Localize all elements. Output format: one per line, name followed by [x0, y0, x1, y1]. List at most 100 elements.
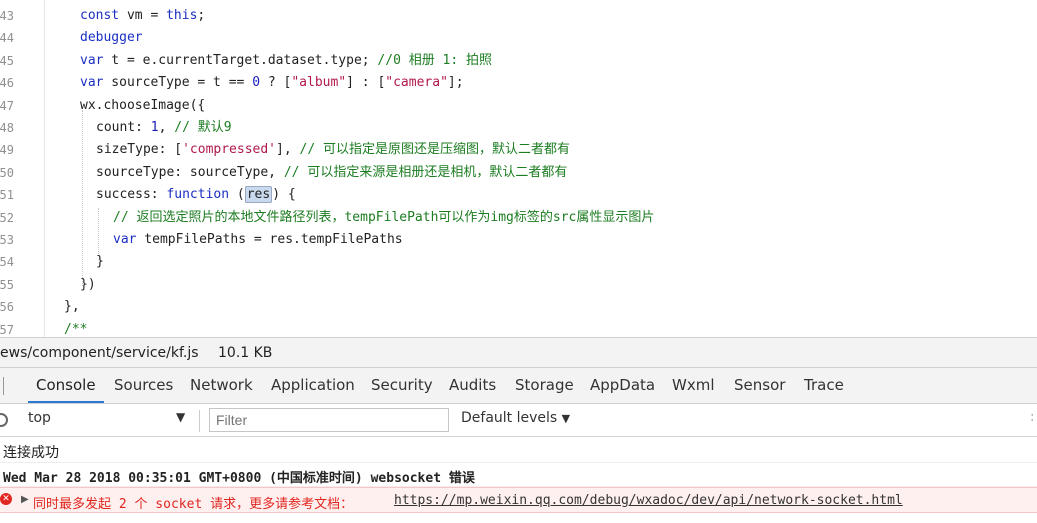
code-token: // 可以指定来源是相册还是相机，默认二者都有 — [283, 164, 568, 180]
code-token: ], — [276, 142, 300, 158]
code-line: var t = e.currentTarget.dataset.type; //… — [80, 50, 492, 72]
clear-console-icon[interactable] — [0, 413, 8, 427]
tab-security[interactable]: Security — [371, 368, 433, 403]
line-number[interactable]: 46 — [0, 72, 14, 94]
code-token: ( — [229, 187, 245, 203]
tab-sources[interactable]: Sources — [114, 368, 173, 403]
line-number[interactable]: 43 — [0, 5, 14, 27]
tab-trace[interactable]: Trace — [804, 368, 844, 403]
docs-link[interactable]: https://mp.weixin.qq.com/debug/wxadoc/de… — [394, 493, 903, 508]
line-number[interactable]: 48 — [0, 117, 14, 139]
log-levels-dropdown[interactable]: Default levels ▼ — [461, 410, 570, 426]
code-line: const vm = this; — [80, 5, 205, 27]
code-token: , — [158, 120, 175, 135]
code-token: var — [113, 232, 137, 247]
code-line: var sourceType = t == 0 ? ["album"] : ["… — [80, 72, 464, 94]
code-token: } — [96, 254, 104, 270]
console-toolbar: top ▼ Default levels ▼ : — [0, 404, 1037, 437]
code-token: t = e.currentTarget.dataset.type; — [103, 52, 378, 68]
line-number[interactable]: 56 — [0, 296, 14, 318]
error-icon: ✕ — [0, 493, 12, 505]
code-line: wx.chooseImage({ — [80, 95, 205, 117]
code-token: wx.chooseImage({ — [80, 97, 206, 113]
code-line: debugger — [80, 27, 143, 49]
indent-guide — [82, 110, 83, 286]
console-message: 连接成功 — [0, 437, 1037, 463]
line-number[interactable]: 54 — [0, 251, 14, 273]
line-number[interactable]: 52 — [0, 207, 14, 229]
line-number-gutter: 43 44 45 46 47 48 49 50 51 52 53 54 55 56 57 — [0, 0, 45, 337]
tab-network[interactable]: Network — [190, 368, 253, 403]
code-token: tempFilePaths = res.tempFilePaths — [136, 232, 403, 247]
error-text: 同时最多发起 2 个 socket 请求，更多请参考文档： — [33, 497, 354, 512]
code-line: } — [96, 251, 104, 273]
more-options-icon[interactable]: : — [1030, 410, 1034, 425]
line-number[interactable]: 44 — [0, 27, 14, 49]
code-token: ] : [ — [346, 75, 386, 91]
code-token: function — [166, 187, 230, 203]
code-token: "album" — [291, 75, 347, 91]
code-token: this — [166, 8, 198, 23]
code-token: 0 — [252, 75, 261, 91]
code-token: }, — [64, 299, 80, 315]
file-path[interactable]: ews/component/service/kf.js — [0, 345, 199, 361]
code-token: sourceType = t == — [103, 75, 253, 91]
line-number[interactable]: 47 — [0, 95, 14, 117]
code-token: 1 — [150, 120, 159, 135]
code-line: success: function (res) { — [96, 184, 296, 206]
toolbar-divider — [199, 410, 200, 432]
tab-sensor[interactable]: Sensor — [734, 368, 785, 403]
code-token: 'compressed' — [182, 142, 277, 158]
line-number[interactable]: 50 — [0, 162, 14, 184]
code-token: count: — [96, 120, 151, 135]
code-line: count: 1, // 默认9 — [96, 117, 232, 139]
code-token: sourceType: sourceType, — [96, 164, 284, 180]
drawer-menu-icon[interactable] — [0, 377, 4, 395]
line-number[interactable]: 45 — [0, 50, 14, 72]
tab-storage[interactable]: Storage — [515, 368, 574, 403]
code-token: sizeType: [ — [96, 142, 183, 158]
line-number[interactable]: 51 — [0, 184, 14, 206]
code-token: var — [80, 75, 104, 91]
code-token: var — [80, 52, 104, 68]
context-selector[interactable]: top — [28, 410, 51, 426]
code-token: const — [80, 8, 120, 23]
code-line: sizeType: ['compressed'], // 可以指定是原图还是压缩… — [96, 139, 570, 161]
tab-appdata[interactable]: AppData — [590, 368, 655, 403]
tab-console[interactable]: Console — [28, 368, 104, 403]
indent-guide — [98, 208, 99, 254]
code-token: "camera" — [385, 75, 448, 91]
code-token: // 默认9 — [174, 120, 232, 135]
highlighted-token: res — [244, 186, 273, 204]
code-line: // 返回选定照片的本地文件路径列表，tempFilePath可以作为img标签… — [113, 207, 654, 229]
devtools-tab-bar: Console Sources Network Application Secu… — [0, 368, 1037, 404]
line-number[interactable]: 53 — [0, 229, 14, 251]
code-token: // 返回选定照片的本地文件路径列表，tempFilePath可以作为img标签… — [113, 209, 655, 225]
code-token: // 可以指定是原图还是压缩图，默认二者都有 — [299, 142, 570, 158]
code-line: }, — [64, 296, 80, 318]
tab-wxml[interactable]: Wxml — [672, 368, 715, 403]
console-error-message: ✕ ▶ 同时最多发起 2 个 socket 请求，更多请参考文档： https:… — [0, 487, 1037, 513]
console-message-text: Wed Mar 28 2018 00:35:01 GMT+0800 (中国标准时… — [3, 471, 475, 486]
code-token: vm = — [119, 8, 167, 23]
line-number[interactable]: 49 — [0, 139, 14, 161]
code-editor[interactable]: 43 44 45 46 47 48 49 50 51 52 53 54 55 56 57 const vm … — [0, 0, 1037, 337]
code-line: var tempFilePaths = res.tempFilePaths — [113, 229, 403, 251]
console-message: Wed Mar 28 2018 00:35:01 GMT+0800 (中国标准时… — [0, 463, 1037, 487]
code-token: ; — [197, 8, 206, 23]
code-token: ) { — [272, 187, 296, 203]
line-number[interactable]: 57 — [0, 319, 14, 337]
tab-audits[interactable]: Audits — [449, 368, 496, 403]
code-line: /** — [64, 319, 87, 337]
chevron-down-icon[interactable]: ▼ — [176, 410, 185, 424]
code-token: /** — [64, 321, 88, 337]
code-token: ]; — [447, 75, 464, 91]
code-token: ? [ — [260, 75, 292, 91]
tab-application[interactable]: Application — [271, 368, 355, 403]
line-number[interactable]: 55 — [0, 274, 14, 296]
code-token: //0 相册 1: 拍照 — [377, 52, 493, 68]
code-token: debugger — [80, 30, 143, 46]
code-line: sourceType: sourceType, // 可以指定来源是相册还是相机… — [96, 162, 567, 184]
filter-input[interactable] — [209, 408, 449, 432]
expand-arrow-icon[interactable]: ▶ — [21, 494, 29, 505]
